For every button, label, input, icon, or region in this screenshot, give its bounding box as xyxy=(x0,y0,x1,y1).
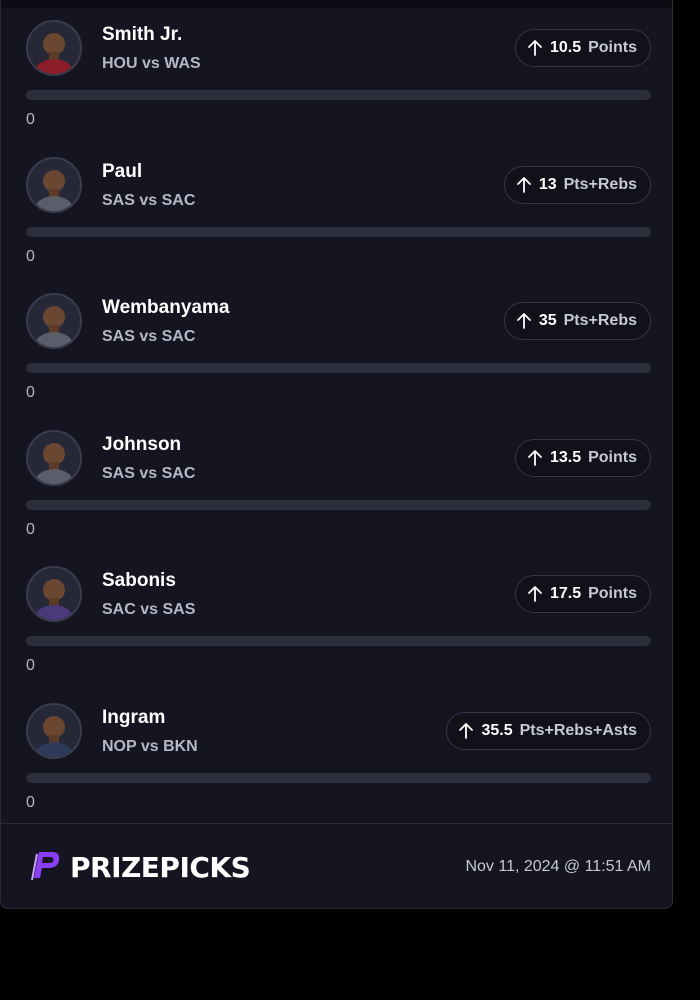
player-avatar xyxy=(26,156,82,213)
progress-value: 0 xyxy=(26,520,35,538)
progress-bar xyxy=(26,90,651,100)
player-avatar xyxy=(26,566,82,622)
projection-stat: Points xyxy=(588,39,637,56)
projection-line: 10.5 xyxy=(549,39,582,56)
pick-row[interactable]: Johnson SAS vs SAC 13.5 Points 0 xyxy=(1,429,672,566)
player-matchup: SAS vs SAC xyxy=(102,464,196,482)
player-avatar xyxy=(26,293,82,349)
entry-card: Smith Jr. HOU vs WAS 10.5 Points 0 Paul … xyxy=(0,0,673,909)
brand-name: PRIZEPICKS xyxy=(70,850,251,884)
pick-row[interactable]: Sabonis SAC vs SAS 17.5 Points 0 xyxy=(1,566,672,702)
projection-stat: Points xyxy=(588,585,637,602)
projection-line: 35.5 xyxy=(481,721,513,739)
arrow-up-icon xyxy=(516,176,532,194)
projection-pill[interactable]: 17.5 Points xyxy=(514,575,651,613)
player-name: Ingram xyxy=(102,706,166,728)
projection-pill[interactable]: 13.5 Points xyxy=(514,438,651,477)
player-avatar xyxy=(26,20,82,76)
projection-pill[interactable]: 35.5 Pts+Rebs+Asts xyxy=(446,711,651,750)
arrow-up-icon xyxy=(458,722,474,740)
progress-value: 0 xyxy=(26,793,35,811)
progress-value: 0 xyxy=(26,657,35,674)
pick-row[interactable]: Smith Jr. HOU vs WAS 10.5 Points 0 xyxy=(1,20,672,156)
player-matchup: SAS vs SAC xyxy=(102,328,196,345)
arrow-up-icon xyxy=(527,585,543,603)
projection-stat: Points xyxy=(588,448,637,466)
player-name: Smith Jr. xyxy=(102,24,183,45)
pick-row[interactable]: Wembanyama SAS vs SAC 35 Pts+Rebs 0 xyxy=(1,293,672,429)
projection-pill[interactable]: 10.5 Points xyxy=(514,29,651,67)
progress-bar xyxy=(26,226,651,237)
player-matchup: NOP vs BKN xyxy=(102,737,198,755)
progress-value: 0 xyxy=(26,247,35,265)
progress-bar xyxy=(26,363,651,373)
progress-bar xyxy=(26,499,651,510)
card-footer: PRIZEPICKS Nov 11, 2024 @ 11:51 AM xyxy=(1,824,672,908)
entry-timestamp: Nov 11, 2024 @ 11:51 AM xyxy=(465,858,651,875)
projection-line: 13 xyxy=(538,175,557,193)
arrow-up-icon xyxy=(516,312,532,330)
arrow-up-icon xyxy=(527,39,543,57)
progress-bar xyxy=(26,636,651,646)
projection-line: 17.5 xyxy=(549,585,582,602)
player-name: Johnson xyxy=(102,433,182,455)
prizepicks-logo: PRIZEPICKS xyxy=(26,846,251,889)
progress-bar xyxy=(26,772,651,783)
player-avatar xyxy=(26,429,82,486)
projection-pill[interactable]: 35 Pts+Rebs xyxy=(503,302,651,340)
player-name: Sabonis xyxy=(102,570,176,591)
pick-row[interactable]: Paul SAS vs SAC 13 Pts+Rebs 0 xyxy=(1,156,672,293)
projection-pill[interactable]: 13 Pts+Rebs xyxy=(503,165,651,204)
player-name: Paul xyxy=(102,160,143,182)
player-matchup: HOU vs WAS xyxy=(102,55,201,72)
player-matchup: SAC vs SAS xyxy=(102,601,196,618)
projection-line: 35 xyxy=(538,312,557,329)
projection-stat: Pts+Rebs xyxy=(563,312,637,329)
prizepicks-logo-icon xyxy=(26,846,64,889)
progress-value: 0 xyxy=(26,384,35,401)
projection-stat: Pts+Rebs xyxy=(563,175,637,193)
arrow-up-icon xyxy=(527,449,543,467)
progress-value: 0 xyxy=(26,111,35,128)
projection-stat: Pts+Rebs+Asts xyxy=(519,721,637,739)
pick-row[interactable]: Ingram NOP vs BKN 35.5 Pts+Rebs+Asts 0 xyxy=(1,702,672,839)
player-name: Wembanyama xyxy=(102,297,230,318)
card-top-bar xyxy=(1,0,672,8)
projection-line: 13.5 xyxy=(549,448,582,466)
player-avatar xyxy=(26,702,82,759)
player-matchup: SAS vs SAC xyxy=(102,191,196,209)
